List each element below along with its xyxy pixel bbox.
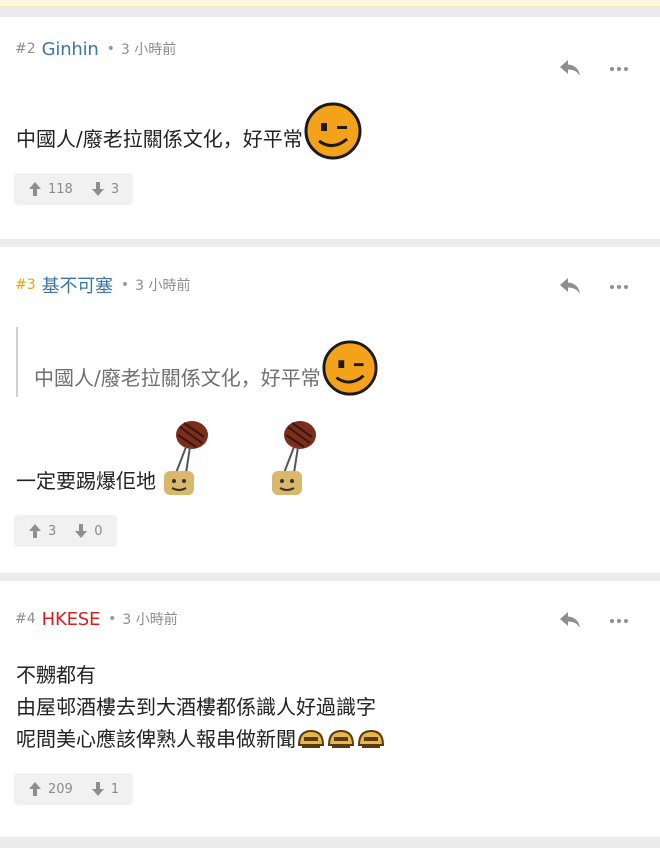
vote-bar: 3 0	[14, 515, 117, 547]
post-text-line: 由屋邨酒樓去到大酒樓都係識人好過識字	[16, 695, 376, 719]
hammer-emoji	[164, 421, 208, 495]
wink-emoji	[322, 340, 378, 396]
downvote-button[interactable]: 3	[91, 181, 119, 197]
upvote-icon	[29, 782, 41, 796]
reply-icon[interactable]	[558, 609, 582, 631]
post-card: #2 Ginhin • 3 小時前 中國人/廢老拉關係文化，好平常 118 3	[0, 17, 660, 239]
more-icon[interactable]	[608, 279, 630, 295]
fist-emoji	[357, 729, 385, 748]
hammer-emoji	[272, 421, 316, 495]
post-content: 不嬲都有 由屋邨酒樓去到大酒樓都係識人好過識字 呢間美心應該俾熟人報串做新聞	[0, 659, 660, 755]
downvote-count: 3	[110, 181, 120, 197]
quoted-post: 中國人/廢老拉關係文化，好平常	[16, 327, 660, 397]
wink-emoji	[304, 102, 362, 160]
upvote-button[interactable]: 3	[28, 523, 56, 539]
post-card: #3 基不可塞 • 3 小時前 中國人/廢老拉關係文化，好平常 一定要踢爆佢地	[0, 247, 660, 573]
post-time: 3 小時前	[120, 42, 177, 58]
downvote-count: 1	[110, 781, 120, 797]
vote-bar: 209 1	[14, 773, 134, 805]
username-link[interactable]: 基不可塞	[42, 272, 113, 298]
post-content: 中國人/廢老拉關係文化，好平常	[16, 101, 644, 160]
upvote-count: 118	[48, 181, 73, 197]
post-time: 3 小時前	[122, 612, 178, 628]
downvote-icon	[75, 524, 88, 538]
fist-emoji	[297, 729, 325, 748]
separator-dot: •	[120, 277, 130, 293]
post-card: #4 HKESE • 3 小時前 不嬲都有 由屋邨酒樓去到大酒樓都係識人好過識字…	[0, 581, 660, 837]
upvote-button[interactable]: 118	[28, 181, 73, 197]
upvote-count: 3	[48, 523, 57, 539]
username-link[interactable]: Ginhin	[42, 39, 99, 60]
upvote-icon	[29, 524, 41, 538]
post-number: #3	[15, 277, 36, 293]
downvote-button[interactable]: 0	[74, 523, 103, 539]
post-time: 3 小時前	[135, 278, 191, 294]
more-icon[interactable]	[608, 613, 630, 629]
downvote-count: 0	[94, 523, 103, 539]
more-icon[interactable]	[608, 61, 630, 77]
post-text: 一定要踢爆佢地	[16, 469, 156, 493]
downvote-icon	[91, 182, 104, 196]
post-number: #4	[15, 611, 36, 627]
top-strip	[0, 0, 660, 7]
post-number: #2	[15, 41, 36, 57]
downvote-icon	[91, 782, 104, 796]
username-link[interactable]: HKESE	[42, 609, 101, 630]
upvote-count: 209	[48, 781, 73, 797]
reply-icon[interactable]	[558, 275, 582, 297]
upvote-button[interactable]: 209	[28, 781, 73, 797]
quote-text: 中國人/廢老拉關係文化，好平常	[34, 366, 321, 390]
reply-icon[interactable]	[558, 57, 582, 79]
post-content: 一定要踢爆佢地	[16, 415, 644, 497]
post-text-line: 呢間美心應該俾熟人報串做新聞	[16, 727, 296, 751]
separator-dot: •	[108, 611, 117, 627]
separator-dot: •	[106, 41, 115, 57]
fist-emoji	[327, 729, 355, 748]
vote-bar: 118 3	[14, 173, 134, 205]
downvote-button[interactable]: 1	[91, 781, 119, 797]
post-text-line: 不嬲都有	[16, 663, 96, 687]
upvote-icon	[29, 182, 41, 196]
post-text: 中國人/廢老拉關係文化，好平常	[16, 127, 303, 151]
